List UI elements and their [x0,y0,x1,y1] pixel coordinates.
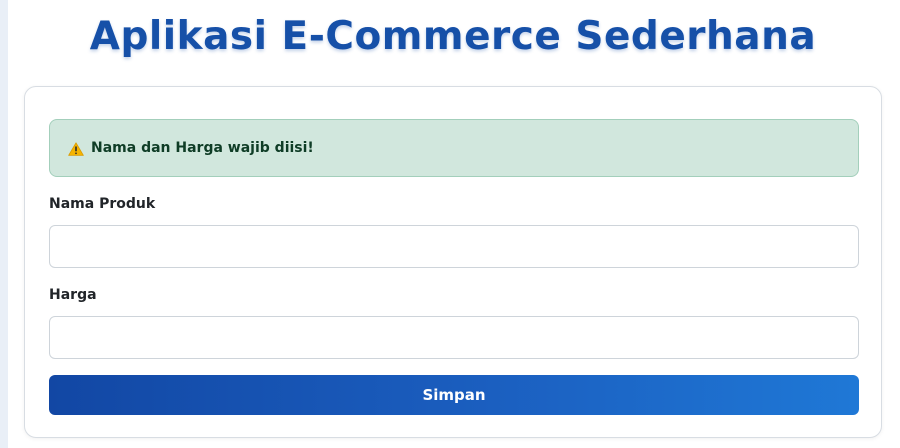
page-title: Aplikasi E-Commerce Sederhana [89,14,817,59]
price-label: Harga [49,287,97,303]
product-form-card: Nama dan Harga wajib diisi! Nama Produk … [24,86,882,438]
validation-alert: Nama dan Harga wajib diisi! [49,119,859,177]
alert-message: Nama dan Harga wajib diisi! [91,140,314,156]
price-input[interactable] [49,316,859,359]
warning-icon [68,141,84,156]
product-name-label: Nama Produk [49,196,156,212]
save-button[interactable]: Simpan [49,375,859,415]
product-name-input[interactable] [49,225,859,268]
